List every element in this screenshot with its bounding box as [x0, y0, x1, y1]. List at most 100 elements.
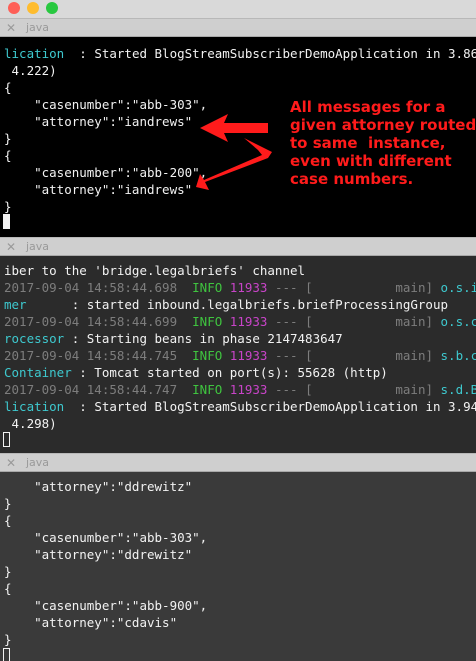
tab-java-3[interactable]: ✕ java [0, 453, 476, 472]
terminal-text: o.s.i.endpo [440, 280, 476, 295]
terminal-text: { [4, 581, 12, 596]
terminal-text: : Started BlogStreamSubscriberDemoApplic… [64, 399, 476, 414]
annotation-text: All messages for a given attorney routed… [290, 98, 476, 188]
terminal-text: { [4, 513, 12, 528]
terminal-text: 2017-09-04 14:58:44.747 [4, 382, 193, 397]
terminal-text: } [4, 632, 12, 647]
terminal-line: "attorney":"ddrewitz" [4, 478, 192, 495]
terminal-text: : Tomcat started on port(s): 55628 (http… [71, 365, 388, 380]
terminal-text: s.d.BlogSt [440, 382, 476, 397]
terminal-line: "casenumber":"abb-303", [4, 96, 207, 113]
terminal-text: { [4, 148, 12, 163]
terminal-line: 2017-09-04 14:58:44.698 INFO 11933 --- [… [4, 279, 476, 296]
terminal-text: INFO [192, 348, 230, 363]
terminal-line: "attorney":"cdavis" [4, 614, 177, 631]
close-button[interactable] [8, 2, 20, 14]
terminal-text: o.s.c.suppo [440, 314, 476, 329]
terminal-text: 4.222) [4, 63, 57, 78]
terminal-text: { [4, 80, 12, 95]
tab-label: java [26, 240, 50, 253]
terminal-line: lication : Started BlogStreamSubscriberD… [4, 45, 476, 62]
terminal-line: } [4, 130, 12, 147]
terminal-text: s.b.c.e.t. [440, 348, 476, 363]
zoom-button[interactable] [46, 2, 58, 14]
terminal-text: } [4, 564, 12, 579]
terminal-text: 2017-09-04 14:58:44.699 [4, 314, 193, 329]
terminal-line: iber to the 'bridge.legalbriefs' channel [4, 262, 305, 279]
terminal-text: --- [ main] [267, 348, 441, 363]
terminal-line: } [4, 631, 12, 648]
terminal-text: "attorney":"iandrews" [4, 182, 193, 197]
terminal-line: lication : Started BlogStreamSubscriberD… [4, 398, 476, 415]
terminal-line: } [4, 495, 12, 512]
terminal-cursor [3, 214, 10, 229]
terminal-text: "attorney":"ddrewitz" [4, 547, 193, 562]
tab-label: java [26, 21, 50, 34]
terminal-pane-3[interactable]: "attorney":"ddrewitz"} { "casenumber":"ab… [0, 472, 476, 661]
terminal-cursor [3, 432, 10, 447]
terminal-line: "casenumber":"abb-303", [4, 529, 207, 546]
terminal-cursor [3, 648, 10, 661]
terminal-text: INFO [192, 382, 230, 397]
terminal-line: "casenumber":"abb-900", [4, 597, 207, 614]
terminal-line: } [4, 198, 12, 215]
terminal-text: INFO [192, 280, 230, 295]
close-tab-icon[interactable]: ✕ [6, 456, 16, 470]
terminal-text: : started inbound.legalbriefs.briefProce… [26, 297, 449, 312]
terminal-line: { [4, 580, 12, 597]
terminal-text: "attorney":"iandrews" [4, 114, 193, 129]
terminal-text: INFO [192, 314, 230, 329]
terminal-line: 4.222) [4, 62, 57, 79]
terminal-text: "casenumber":"abb-900", [4, 598, 208, 613]
terminal-text: 2017-09-04 14:58:44.745 [4, 348, 193, 363]
terminal-text: lication [4, 399, 65, 414]
terminal-text: "casenumber":"abb-200", [4, 165, 208, 180]
terminal-text: "casenumber":"abb-303", [4, 97, 208, 112]
minimize-button[interactable] [27, 2, 39, 14]
terminal-text: : Started BlogStreamSubscriberDemoApplic… [64, 46, 476, 61]
terminal-line: } [4, 563, 12, 580]
terminal-line: mer : started inbound.legalbriefs.briefP… [4, 296, 448, 313]
terminal-text: iber to the 'bridge.legalbriefs' channel [4, 263, 306, 278]
terminal-line: Container : Tomcat started on port(s): 5… [4, 364, 388, 381]
terminal-line: "attorney":"ddrewitz" [4, 546, 192, 563]
terminal-text: } [4, 131, 12, 146]
terminal-text: 11933 [229, 348, 268, 363]
terminal-pane-2[interactable]: iber to the 'bridge.legalbriefs' channel… [0, 256, 476, 453]
tab-label: java [26, 456, 50, 469]
title-bar [0, 0, 476, 18]
terminal-line: { [4, 79, 12, 96]
terminal-text: "casenumber":"abb-303", [4, 530, 208, 545]
terminal-line: 2017-09-04 14:58:44.699 INFO 11933 --- [… [4, 313, 476, 330]
terminal-line: "attorney":"iandrews" [4, 113, 192, 130]
terminal-line: "attorney":"iandrews" [4, 181, 192, 198]
close-tab-icon[interactable]: ✕ [6, 240, 16, 254]
terminal-text: } [4, 199, 12, 214]
terminal-text: 11933 [229, 382, 268, 397]
terminal-text: mer [4, 297, 27, 312]
terminal-text: --- [ main] [267, 314, 441, 329]
terminal-text: } [4, 496, 12, 511]
tab-java-1[interactable]: ✕ java [0, 18, 476, 37]
terminal-text: --- [ main] [267, 382, 441, 397]
terminal-text: : Starting beans in phase 2147483647 [64, 331, 343, 346]
terminal-text: Container [4, 365, 72, 380]
terminal-text: 4.298) [4, 416, 57, 431]
terminal-text: "attorney":"ddrewitz" [4, 479, 193, 494]
terminal-text: 11933 [229, 314, 268, 329]
terminal-line: { [4, 147, 12, 164]
terminal-line: 2017-09-04 14:58:44.747 INFO 11933 --- [… [4, 381, 476, 398]
close-tab-icon[interactable]: ✕ [6, 21, 16, 35]
terminal-text: --- [ main] [267, 280, 441, 295]
terminal-line: 4.298) [4, 415, 57, 432]
terminal-line: { [4, 512, 12, 529]
terminal-line: "casenumber":"abb-200", [4, 164, 207, 181]
terminal-text: "attorney":"cdavis" [4, 615, 178, 630]
terminal-line: 2017-09-04 14:58:44.745 INFO 11933 --- [… [4, 347, 476, 364]
terminal-text: rocessor [4, 331, 65, 346]
tab-java-2[interactable]: ✕ java [0, 237, 476, 256]
terminal-line: rocessor : Starting beans in phase 21474… [4, 330, 343, 347]
terminal-text: 11933 [229, 280, 268, 295]
terminal-text: 2017-09-04 14:58:44.698 [4, 280, 193, 295]
terminal-text: lication [4, 46, 65, 61]
